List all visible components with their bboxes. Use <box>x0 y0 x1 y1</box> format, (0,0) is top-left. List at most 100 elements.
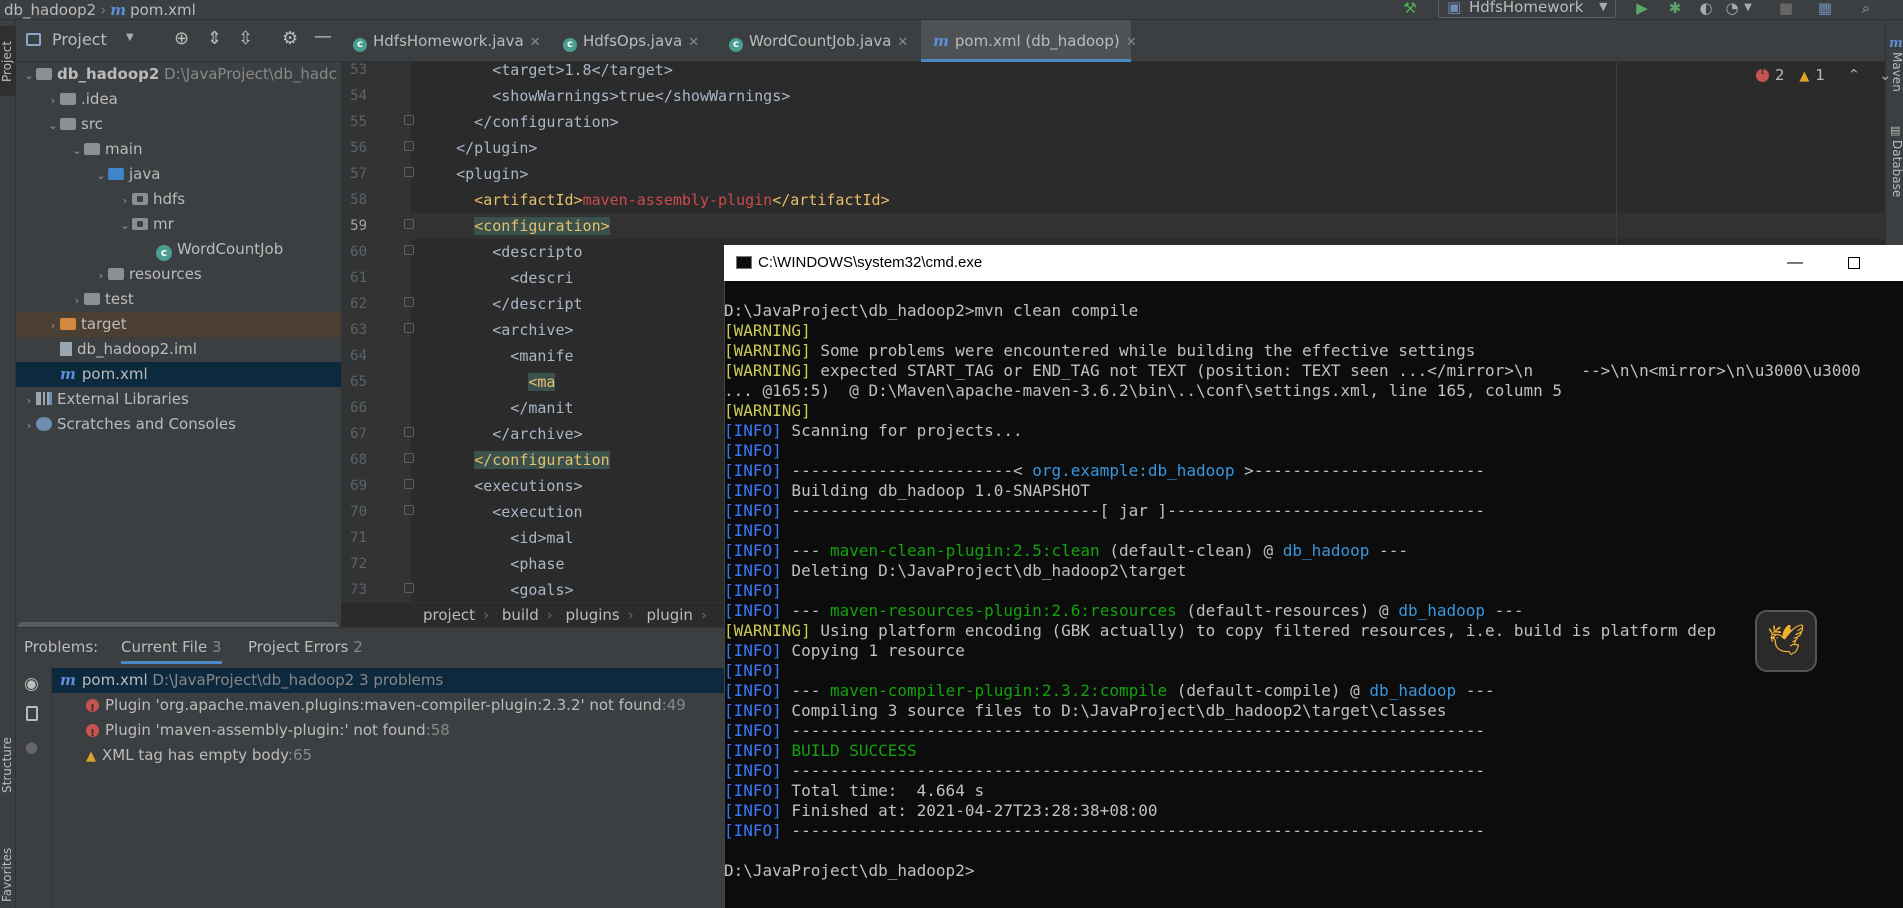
chevron-down-icon[interactable]: ▼ <box>126 32 134 43</box>
tree-item-label: hdfs <box>153 190 186 208</box>
expand-all-icon[interactable]: ⇕ <box>207 28 222 49</box>
chevron-down-icon[interactable]: ⌄ <box>46 113 60 138</box>
breadcrumb-separator: › <box>700 606 707 624</box>
fold-marker-icon[interactable] <box>404 583 414 593</box>
minimize-icon[interactable]: — <box>1787 245 1803 281</box>
eye-icon[interactable]: ◉ <box>24 674 39 694</box>
tree-item-label: WordCountJob <box>177 240 284 258</box>
tab-hdfshomework[interactable]: c HdfsHomework.java ✕ <box>341 20 545 62</box>
fold-marker-icon[interactable] <box>404 245 414 255</box>
fold-marker-icon[interactable] <box>404 505 414 515</box>
breadcrumb-item[interactable]: plugin <box>647 606 693 624</box>
run-icon[interactable]: ▶ <box>1632 0 1652 18</box>
tree-item-test[interactable]: › test <box>16 287 341 312</box>
chevron-down-icon[interactable]: ⌄ <box>22 63 36 88</box>
tree-item-target[interactable]: › target <box>16 312 341 337</box>
fold-marker-icon[interactable] <box>404 141 414 151</box>
chevron-right-icon[interactable]: › <box>70 288 84 313</box>
fold-marker-icon[interactable] <box>404 297 414 307</box>
more-run-chevron-icon[interactable]: ▼ <box>1738 0 1758 18</box>
lightbulb-icon[interactable]: ● <box>25 738 38 756</box>
breadcrumb-item[interactable]: project <box>423 606 475 624</box>
nav-project[interactable]: db_hadoop2 <box>0 1 96 19</box>
chevron-right-icon[interactable]: › <box>46 313 60 338</box>
hide-panel-icon[interactable]: — <box>314 26 332 47</box>
close-icon[interactable]: ✕ <box>897 35 908 50</box>
tool-window-project[interactable]: Project <box>0 26 16 96</box>
maven-file-icon: m <box>60 365 76 383</box>
tab-project-errors[interactable]: Project Errors 2 <box>248 628 363 666</box>
tree-item-iml[interactable]: db_hadoop2.iml <box>16 337 341 362</box>
chevron-right-icon[interactable]: › <box>22 413 36 438</box>
chevron-down-icon[interactable]: ⌄ <box>118 213 132 238</box>
chevron-right-icon[interactable]: › <box>118 188 132 213</box>
tool-window-favorites[interactable]: Favorites <box>0 835 16 908</box>
fold-marker-icon[interactable] <box>404 219 414 229</box>
close-icon[interactable]: ✕ <box>688 35 699 50</box>
chevron-right-icon[interactable]: › <box>94 263 108 288</box>
gear-icon[interactable]: ⚙ <box>282 28 298 49</box>
fold-marker-icon[interactable] <box>404 167 414 177</box>
cmd-plugin: maven-compiler-plugin:2.3.2:compile <box>829 681 1168 700</box>
project-structure-icon[interactable]: ▦ <box>1815 0 1835 18</box>
close-icon[interactable]: ✕ <box>1126 35 1137 50</box>
tree-item-pom[interactable]: m pom.xml <box>16 362 341 387</box>
tab-pom[interactable]: m pom.xml (db_hadoop) ✕ <box>921 20 1137 62</box>
nav-file[interactable]: pom.xml <box>126 1 196 19</box>
problem-item[interactable]: Plugin 'org.apache.maven.plugins:maven-c… <box>86 693 686 721</box>
run-config-selector[interactable]: ▣ HdfsHomework ▼ <box>1438 0 1616 18</box>
maximize-icon[interactable] <box>1848 257 1860 269</box>
chevron-right-icon[interactable]: › <box>46 88 60 113</box>
code-token-matched: <configuration> <box>474 217 610 235</box>
tab-wordcountjob[interactable]: c WordCountJob.java ✕ <box>717 20 917 62</box>
tree-item-hdfs[interactable]: › hdfs <box>16 187 341 212</box>
tree-item-java[interactable]: ⌄ java <box>16 162 341 187</box>
tree-item-scratches[interactable]: › Scratches and Consoles <box>16 412 341 437</box>
tree-item-main[interactable]: ⌄ main <box>16 137 341 162</box>
breadcrumb-item[interactable]: build <box>502 606 539 624</box>
tree-item-idea[interactable]: › .idea <box>16 87 341 112</box>
cmd-text: ----------------------------------------… <box>781 821 1485 840</box>
chevron-down-icon[interactable]: ⌄ <box>70 138 84 163</box>
fold-marker-icon[interactable] <box>404 427 414 437</box>
problem-file-row[interactable]: m pom.xml D:\JavaProject\db_hadoop2 3 pro… <box>52 668 726 693</box>
fold-marker-icon[interactable] <box>404 453 414 463</box>
problem-item[interactable]: Plugin 'maven-assembly-plugin:' not foun… <box>86 718 450 746</box>
collapse-all-icon[interactable]: ⇳ <box>238 28 253 49</box>
tool-window-structure[interactable]: Structure <box>0 725 16 805</box>
close-icon[interactable]: ✕ <box>530 35 541 50</box>
cmd-title-bar[interactable]: C:\WINDOWS\system32\cmd.exe — <box>724 245 1903 281</box>
problem-item[interactable]: ▲ XML tag has empty body:65 <box>86 743 312 768</box>
fold-marker-icon[interactable] <box>404 479 414 489</box>
chevron-down-icon[interactable]: ⌄ <box>94 163 108 188</box>
chevron-right-icon[interactable]: › <box>22 388 36 413</box>
next-problem-icon[interactable]: ⌄ <box>1879 66 1892 84</box>
tree-item-wordcountjob[interactable]: c WordCountJob <box>16 237 341 262</box>
tree-item-label: db_hadoop2 <box>57 65 160 83</box>
tree-item-root[interactable]: ⌄ db_hadoop2 D:\JavaProject\db_hadc <box>16 62 341 87</box>
tree-item-external-libraries[interactable]: › External Libraries <box>16 387 341 412</box>
code-line: <showWarnings>true</showWarnings> <box>420 87 791 105</box>
tab-hdfsops[interactable]: c HdfsOps.java ✕ <box>551 20 711 62</box>
cmd-prompt[interactable]: D:\JavaProject\db_hadoop2> <box>724 861 974 881</box>
fold-marker-icon[interactable] <box>404 323 414 333</box>
tree-item-mr[interactable]: ⌄ mr <box>16 212 341 237</box>
tool-window-database[interactable]: Database <box>1886 140 1903 220</box>
tree-item-resources[interactable]: › resources <box>16 262 341 287</box>
build-hammer-icon[interactable]: ⚒ <box>1400 0 1420 18</box>
tree-item-src[interactable]: ⌄ src <box>16 112 341 137</box>
error-icon <box>86 696 99 721</box>
stop-icon[interactable]: ■ <box>1776 0 1796 18</box>
tab-current-file[interactable]: Current File 3 <box>121 628 222 664</box>
coverage-icon[interactable]: ◐ <box>1696 0 1716 18</box>
line-number: 71 <box>350 530 367 546</box>
fold-marker-icon[interactable] <box>404 115 414 125</box>
breadcrumb-item[interactable]: plugins <box>566 606 620 624</box>
project-view-label[interactable]: Project <box>52 30 107 49</box>
floating-bird-logo-icon[interactable]: 🕊 <box>1755 610 1817 672</box>
debug-icon[interactable]: ✱ <box>1665 0 1685 18</box>
locate-icon[interactable]: ⊕ <box>174 28 189 49</box>
code-line: </configuration> <box>420 113 619 131</box>
preview-icon[interactable] <box>26 706 38 721</box>
search-everywhere-icon[interactable]: ⌕ <box>1856 0 1876 18</box>
